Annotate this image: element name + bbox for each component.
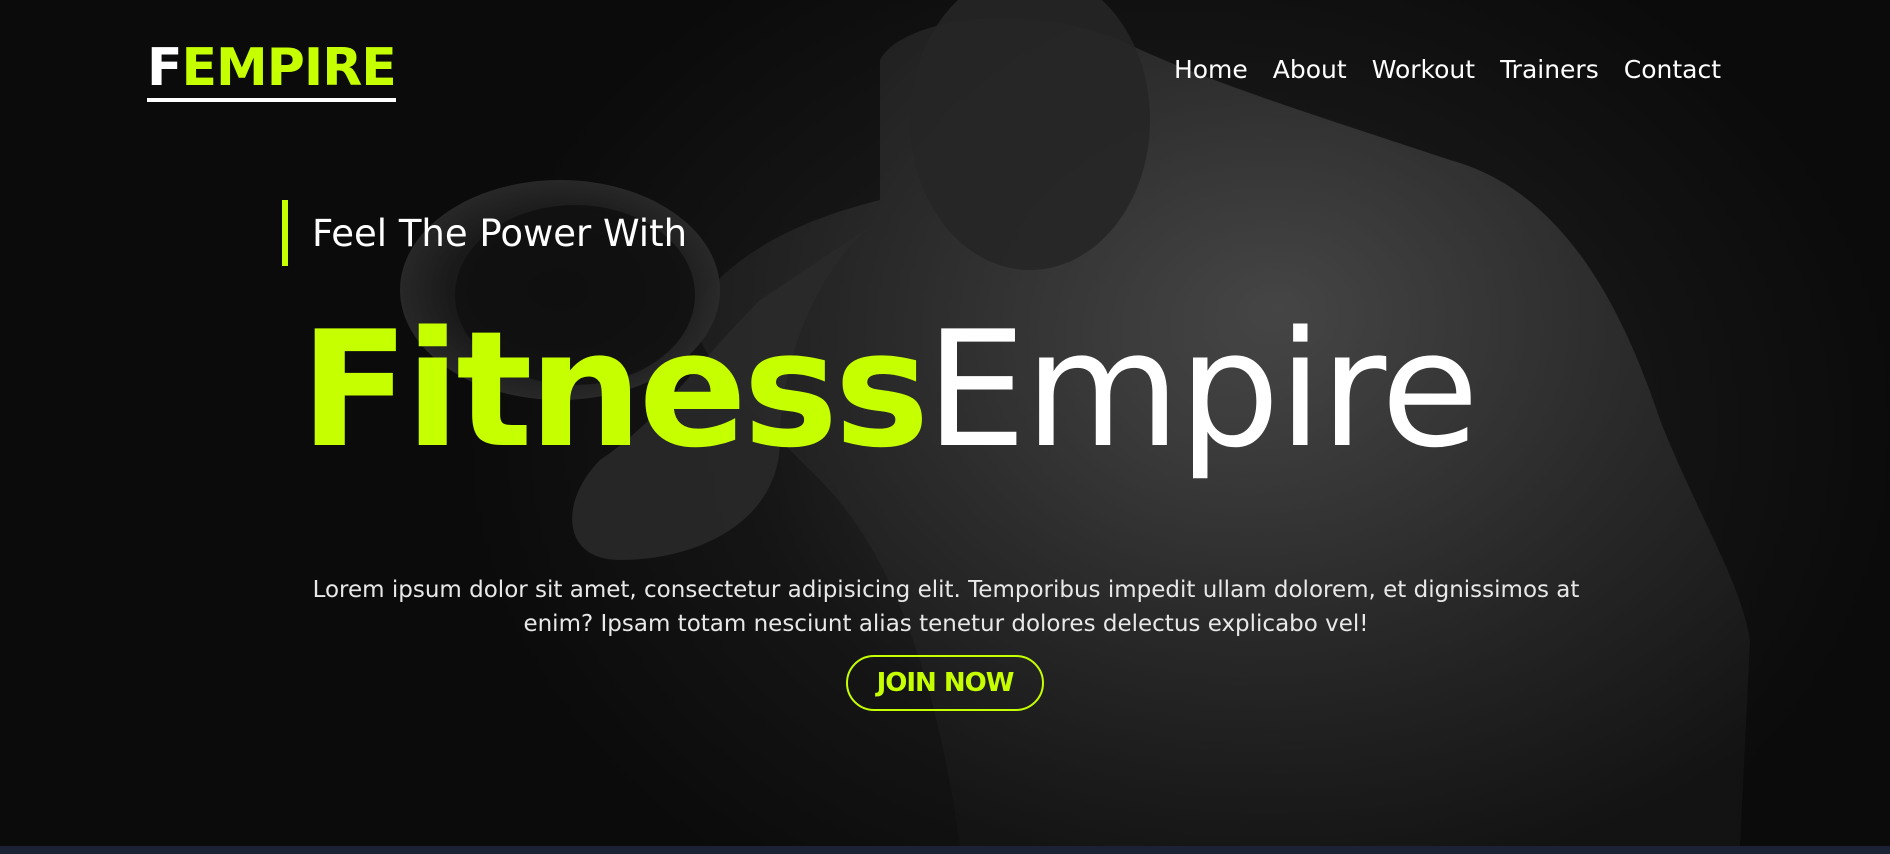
nav-home[interactable]: Home (1174, 52, 1248, 88)
nav-about[interactable]: About (1273, 52, 1347, 88)
main-nav: Home About Workout Trainers Contact (1174, 52, 1721, 88)
logo-initial: F (147, 38, 183, 98)
hero-title-empire: Empire (925, 296, 1480, 483)
logo-text: EMPIRE (181, 38, 397, 98)
hero-description: Lorem ipsum dolor sit amet, consectetur … (312, 577, 1580, 637)
hero-section: FEMPIRE Home About Workout Trainers Cont… (0, 0, 1890, 846)
tagline-text: Feel The Power With (312, 211, 688, 255)
nav-contact[interactable]: Contact (1624, 52, 1721, 88)
site-logo[interactable]: FEMPIRE (147, 38, 397, 102)
page-bottom-edge (0, 846, 1890, 854)
hero-title: FitnessEmpire (300, 300, 1479, 500)
hero-tagline: Feel The Power With (282, 200, 687, 266)
join-now-button[interactable]: JOIN NOW (846, 655, 1044, 711)
nav-workout[interactable]: Workout (1372, 52, 1475, 88)
hero-title-fitness: Fitness (300, 296, 930, 483)
nav-trainers[interactable]: Trainers (1500, 52, 1599, 88)
